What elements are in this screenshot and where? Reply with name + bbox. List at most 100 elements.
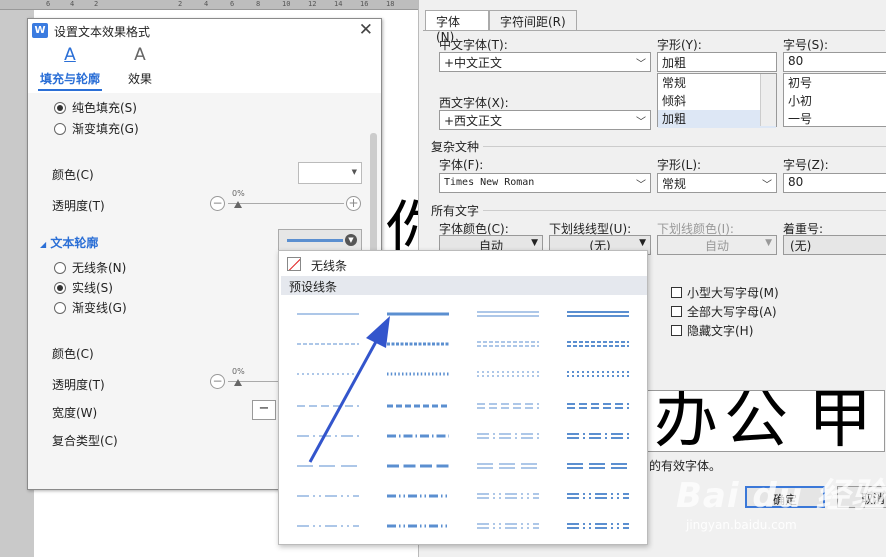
radio-label: 无线条(N) <box>72 261 127 275</box>
list-item[interactable]: 常规 <box>658 74 776 92</box>
radio-circle <box>54 282 66 294</box>
preset-line-swatch[interactable] <box>297 519 359 533</box>
solid-fill-radio[interactable]: 纯色填充(S) <box>54 99 137 116</box>
caret-down-icon: ▼ <box>765 238 772 248</box>
caret-down-icon: ▼ <box>531 238 538 248</box>
size-input[interactable]: 80 <box>783 52 886 72</box>
preset-line-swatch[interactable] <box>567 459 629 473</box>
all-caps-checkbox[interactable]: 全部大写字母(A) <box>671 303 777 320</box>
tab-character-spacing[interactable]: 字符间距(R) <box>489 10 577 30</box>
baidu-watermark: Bai du 经验 <box>676 476 886 516</box>
tab-divider <box>423 30 885 31</box>
western-font-value: +西文正文 <box>444 114 503 128</box>
list-item[interactable]: 初号 <box>784 74 886 92</box>
radio-circle <box>54 262 66 274</box>
checkbox-box <box>671 287 682 298</box>
preset-line-swatch[interactable] <box>387 489 449 503</box>
preset-line-swatch[interactable] <box>477 307 539 321</box>
complex-size-select[interactable]: 80 <box>783 173 886 193</box>
minus-icon[interactable]: − <box>210 374 225 389</box>
slider-thumb[interactable] <box>234 379 242 386</box>
preset-line-swatch[interactable] <box>567 429 629 443</box>
small-caps-checkbox[interactable]: 小型大写字母(M) <box>671 284 779 301</box>
tab-font[interactable]: 字体(N) <box>425 10 489 44</box>
preset-line-swatch[interactable] <box>567 519 629 533</box>
preset-line-swatch[interactable] <box>567 489 629 503</box>
preset-lines-header: 预设线条 <box>281 276 647 295</box>
width-decrement-button[interactable]: − <box>252 400 276 420</box>
slider-thumb[interactable] <box>234 201 242 208</box>
underline-color-select: 自动 ▼ <box>657 235 777 255</box>
scrollbar[interactable] <box>760 74 776 126</box>
preset-line-swatch[interactable] <box>567 399 629 413</box>
preview-glyph: 办 <box>654 390 718 452</box>
preset-line-swatch[interactable] <box>477 337 539 351</box>
panel-titlebar: W 设置文本效果格式 ✕ <box>28 19 381 43</box>
gradient-line-radio[interactable]: 渐变线(G) <box>54 299 127 316</box>
complex-font-value: Times New Roman <box>444 177 535 188</box>
list-item[interactable]: 加粗 <box>658 110 776 128</box>
list-item[interactable]: 一号 <box>784 110 886 128</box>
watermark-url: jingyan.baidu.com <box>686 518 797 532</box>
style-label: 字形(Y): <box>657 38 702 52</box>
tab-fill-outline[interactable]: A 填充与轮廓 <box>38 45 102 91</box>
checkbox-box <box>671 306 682 317</box>
ruler-tick: 14 <box>334 0 343 8</box>
preset-line-swatch[interactable] <box>477 367 539 381</box>
chevron-down-icon: ﹀ <box>636 117 646 128</box>
emphasis-select[interactable]: (无) <box>783 235 886 255</box>
ruler-tick: 18 <box>386 0 395 8</box>
western-font-select[interactable]: +西文正文 ﹀ <box>439 110 651 130</box>
tab-label: 填充与轮廓 <box>39 72 100 86</box>
preset-line-swatch[interactable] <box>297 489 359 503</box>
radio-label: 渐变线(G) <box>72 301 127 315</box>
preset-line-swatch[interactable] <box>477 459 539 473</box>
solid-line-radio[interactable]: 实线(S) <box>54 279 113 296</box>
radio-circle <box>54 102 66 114</box>
ruler-tick: 6 <box>46 0 51 8</box>
ruler-tick: 2 <box>178 0 183 8</box>
chinese-font-label: 中文字体(T): <box>439 38 508 52</box>
complex-font-select[interactable]: Times New Roman ﹀ <box>439 173 651 193</box>
line-style-dropdown[interactable]: ▼ <box>278 229 362 251</box>
checkbox-box <box>671 325 682 336</box>
preset-line-swatch[interactable] <box>477 429 539 443</box>
no-line-option[interactable]: 无线条 <box>311 257 347 274</box>
list-item[interactable]: 小初 <box>784 92 886 110</box>
preset-line-swatch[interactable] <box>477 489 539 503</box>
hidden-text-checkbox[interactable]: 隐藏文字(H) <box>671 322 753 339</box>
preset-line-swatch[interactable] <box>567 367 629 381</box>
style-list[interactable]: 常规 倾斜 加粗 <box>657 73 777 128</box>
ruler-tick: 6 <box>230 0 235 8</box>
minus-icon[interactable]: − <box>210 196 225 211</box>
ruler-tick: 10 <box>282 0 291 8</box>
style-input[interactable]: 加粗 <box>657 52 777 72</box>
preset-line-swatch[interactable] <box>567 307 629 321</box>
slider-value: 0% <box>232 189 245 198</box>
preset-line-swatch[interactable] <box>387 519 449 533</box>
preset-line-swatch[interactable] <box>567 337 629 351</box>
plus-icon[interactable]: + <box>346 196 361 211</box>
checkbox-label: 隐藏文字(H) <box>687 324 754 338</box>
gradient-fill-radio[interactable]: 渐变填充(G) <box>54 120 139 137</box>
preview-box: 办 公 甲 <box>647 390 885 452</box>
section-label: 文本轮廓 <box>50 236 99 250</box>
wps-app-icon: W <box>32 23 48 38</box>
chinese-font-select[interactable]: +中文正文 ﹀ <box>439 52 651 72</box>
no-line-radio[interactable]: 无线条(N) <box>54 259 126 276</box>
preset-line-swatch[interactable] <box>477 519 539 533</box>
tab-effects[interactable]: A 效果 <box>118 45 162 91</box>
size-list[interactable]: 初号 小初 一号 <box>783 73 886 127</box>
preset-line-swatch[interactable] <box>477 399 539 413</box>
list-item[interactable]: 倾斜 <box>658 92 776 110</box>
complex-style-select[interactable]: 常规 ﹀ <box>657 173 777 193</box>
outline-section-header[interactable]: ◢ 文本轮廓 <box>40 234 98 251</box>
line-preview <box>287 239 343 242</box>
complex-style-value: 常规 <box>662 177 687 191</box>
chinese-font-value: +中文正文 <box>444 56 503 70</box>
close-icon[interactable]: ✕ <box>359 20 373 40</box>
fill-color-picker[interactable]: ▼ <box>298 162 362 184</box>
fill-transparency-slider[interactable]: − 0% + <box>210 189 362 212</box>
outline-color-label: 颜色(C) <box>52 347 94 361</box>
preview-glyph: 公 <box>724 390 788 452</box>
